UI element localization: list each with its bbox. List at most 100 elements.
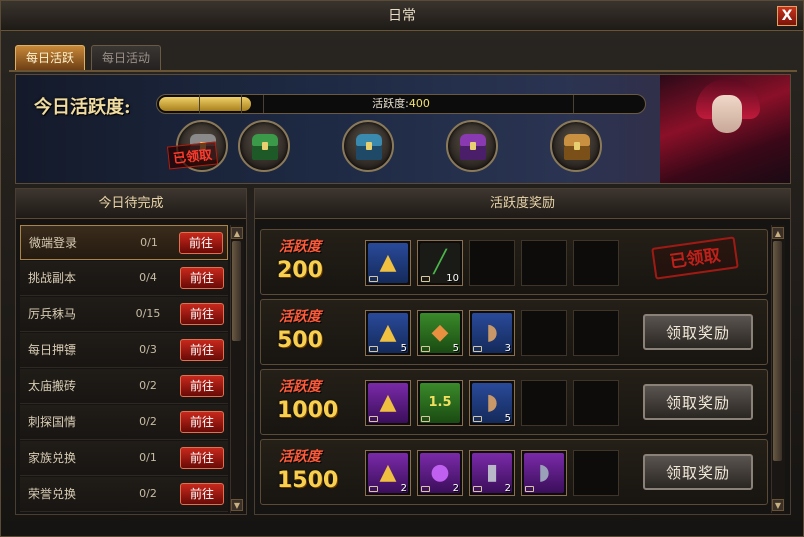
claim-reward-button[interactable]: 领取奖励 [643, 314, 753, 350]
reward-slot[interactable]: 1.5 [417, 380, 463, 426]
task-row[interactable]: 挑战副本 0/4 前往 [20, 261, 228, 296]
tier-label: 活跃度 [269, 236, 339, 256]
scroll-up-icon[interactable]: ▲ [231, 227, 243, 239]
scroll-up-icon[interactable]: ▲ [772, 227, 784, 239]
go-button[interactable]: 前往 [180, 375, 224, 397]
task-name: 微端登录 [29, 236, 78, 250]
bound-icon [473, 486, 482, 492]
task-row[interactable]: 刺探国情 0/2 前往 [20, 405, 228, 440]
activity-label: 今日活跃度: [34, 97, 131, 118]
task-row[interactable]: 每日押镖 0/3 前往 [20, 333, 228, 368]
item-quantity: 2 [504, 483, 511, 494]
bound-icon [473, 346, 482, 352]
task-row[interactable]: 家族兑换 0/1 前往 [20, 441, 228, 476]
task-row[interactable]: 太庙搬砖 0/2 前往 [20, 369, 228, 404]
empty-slot [521, 310, 567, 356]
chest-lock [470, 142, 476, 150]
chest-blue-icon[interactable] [342, 120, 394, 172]
task-count: 0/3 [139, 343, 157, 356]
item-quantity: 2 [452, 483, 459, 494]
go-button[interactable]: 前往 [180, 447, 224, 469]
go-button[interactable]: 前往 [179, 232, 223, 254]
task-name: 每日押镖 [28, 343, 77, 357]
task-list: 微端登录 0/1 前往 挑战副本 0/4 前往 厉兵秣马 0/15 前往 每日押… [20, 225, 228, 513]
reward-slot[interactable]: ▲ 5 [365, 310, 411, 356]
reward-tier-row: 活跃度 500 ▲ 5 ◆ 5 ◗ 3 领取奖励 [260, 299, 768, 365]
progress-label: 活跃度: [372, 97, 409, 110]
close-button[interactable]: X [777, 6, 797, 26]
task-row[interactable]: 微端登录 0/1 前往 [20, 225, 228, 260]
task-name: 太庙搬砖 [28, 379, 77, 393]
bound-icon [421, 486, 430, 492]
task-name: 荣誉兑换 [28, 487, 77, 501]
task-row[interactable]: 厉兵秣马 0/15 前往 [20, 297, 228, 332]
tab-divider [9, 70, 797, 72]
activity-rewards-title: 活跃度奖励 [255, 189, 790, 219]
reward-scrollbar[interactable]: ▲ ▼ [771, 225, 785, 513]
reward-slot[interactable]: ▲ [365, 380, 411, 426]
scroll-down-icon[interactable]: ▼ [772, 499, 784, 511]
bound-icon [369, 416, 378, 422]
item-quantity: 10 [446, 273, 459, 284]
reward-slot[interactable]: ▮ 2 [469, 450, 515, 496]
task-scrollbar[interactable]: ▲ ▼ [230, 225, 244, 513]
task-name: 家族兑换 [28, 451, 77, 465]
go-button[interactable]: 前往 [180, 339, 224, 361]
scroll-thumb[interactable] [773, 241, 782, 461]
reward-tier-row: 活跃度 1500 ▲ 2 ● 2 ▮ 2 ◗ 领取奖励 [260, 439, 768, 505]
claim-reward-button[interactable]: 领取奖励 [643, 454, 753, 490]
chest-lock [366, 142, 372, 150]
progress-text: 活跃度:400 [157, 95, 645, 113]
bound-icon [369, 276, 378, 282]
reward-slot[interactable]: ◗ 5 [469, 380, 515, 426]
reward-slot[interactable]: ▲ [365, 240, 411, 286]
task-name: 挑战副本 [28, 271, 77, 285]
window-title: 日常 [388, 8, 416, 24]
task-count: 0/2 [139, 379, 157, 392]
tier-label: 活跃度 [269, 446, 339, 466]
tier-label: 活跃度 [269, 306, 339, 326]
empty-slot [573, 310, 619, 356]
reward-slot[interactable]: ● 2 [417, 450, 463, 496]
claim-reward-button[interactable]: 领取奖励 [643, 384, 753, 420]
task-count: 0/15 [135, 307, 161, 320]
reward-slot[interactable]: ◆ 5 [417, 310, 463, 356]
task-row[interactable]: 荣誉兑换 0/2 前往 [20, 477, 228, 512]
bound-icon [369, 346, 378, 352]
scroll-thumb[interactable] [232, 241, 241, 341]
tier-label: 活跃度 [269, 376, 339, 396]
activity-rewards-panel: 活跃度奖励 活跃度 200 ▲ ╱ 10 已领取 活跃度 500 ▲ 5 ◆ 5… [254, 188, 791, 515]
reward-slot[interactable]: ◗ 3 [469, 310, 515, 356]
tab-daily-activity[interactable]: 每日活跃 [15, 45, 85, 71]
chest-lock [262, 142, 268, 150]
reward-slot[interactable]: ◗ [521, 450, 567, 496]
empty-slot [573, 450, 619, 496]
bound-icon [473, 416, 482, 422]
reward-tier-row: 活跃度 200 ▲ ╱ 10 已领取 [260, 229, 768, 295]
go-button[interactable]: 前往 [180, 411, 224, 433]
item-quantity: 5 [400, 343, 407, 354]
tier-points: 500 [277, 328, 323, 353]
go-button[interactable]: 前往 [180, 267, 224, 289]
item-quantity: 5 [504, 413, 511, 424]
go-button[interactable]: 前往 [180, 483, 224, 505]
daily-window: 日常 X 每日活跃 每日活动 今日活跃度: 活跃度:400 已领取 今日待完成 … [0, 0, 804, 537]
reward-slot[interactable]: ▲ 2 [365, 450, 411, 496]
progress-value: 400 [408, 97, 430, 110]
task-count: 0/2 [139, 487, 157, 500]
chest-gold-icon[interactable] [550, 120, 602, 172]
empty-slot [469, 240, 515, 286]
bound-icon [421, 276, 430, 282]
scroll-down-icon[interactable]: ▼ [231, 499, 243, 511]
task-count: 0/1 [140, 236, 158, 249]
go-button[interactable]: 前往 [180, 303, 224, 325]
pending-tasks-title: 今日待完成 [16, 189, 246, 219]
chest-purple-icon[interactable] [446, 120, 498, 172]
tier-points: 200 [277, 258, 323, 283]
task-name: 刺探国情 [28, 415, 77, 429]
reward-slot[interactable]: ╱ 10 [417, 240, 463, 286]
heroine-face [712, 95, 742, 133]
tab-daily-events[interactable]: 每日活动 [91, 45, 161, 71]
bound-icon [525, 486, 534, 492]
chest-green-icon[interactable] [238, 120, 290, 172]
